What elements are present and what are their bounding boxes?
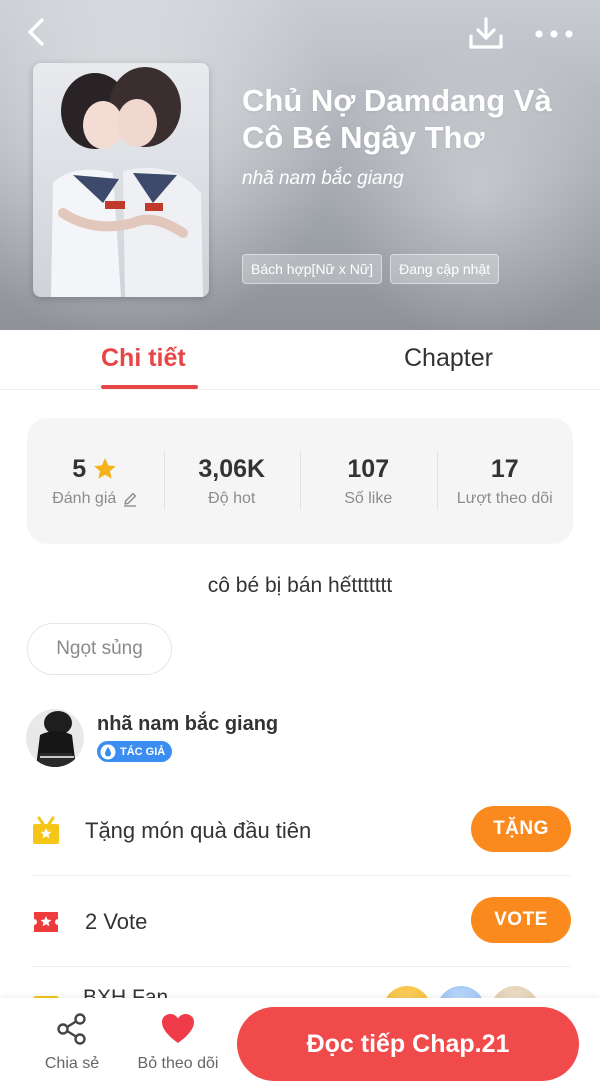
- stats-panel: 5 Đánh giá 3,06K Độ hot 107 Số like 17 L…: [27, 418, 573, 544]
- more-dots-icon: [535, 30, 573, 38]
- stat-followers: 17 Lượt theo dõi: [436, 418, 574, 544]
- vote-row: 2 Vote VOTE: [31, 877, 571, 967]
- share-label: Chia sẻ: [44, 1055, 100, 1072]
- rating-value: 5: [72, 454, 87, 483]
- author-badge-icon: [100, 744, 116, 759]
- likes-value: 107: [347, 454, 390, 483]
- book-author[interactable]: nhã nam bắc giang: [242, 168, 404, 190]
- tab-bar: Chi tiết Chapter: [0, 330, 600, 390]
- unfollow-button[interactable]: Bỏ theo dõi: [130, 1012, 226, 1076]
- download-icon: [469, 17, 503, 49]
- hot-value: 3,06K: [198, 454, 266, 483]
- author-badge-label: TÁC GIẢ: [120, 745, 166, 758]
- stat-hot: 3,06K Độ hot: [163, 418, 301, 544]
- heart-icon: [162, 1014, 194, 1043]
- rating-label: Đánh giá: [52, 489, 117, 507]
- tag-category[interactable]: Bách hợp[Nữ x Nữ]: [242, 254, 383, 284]
- book-tags: Bách hợp[Nữ x Nữ] Đang cập nhật: [242, 254, 500, 284]
- chevron-left-icon: [28, 18, 44, 46]
- vote-ticket-icon: [34, 911, 58, 932]
- vote-button[interactable]: VOTE: [471, 897, 571, 943]
- unfollow-label: Bỏ theo dõi: [137, 1055, 219, 1072]
- active-tab-indicator: [101, 385, 198, 389]
- gift-label: Tặng món quà đầu tiên: [85, 817, 312, 843]
- back-button[interactable]: [22, 14, 54, 50]
- book-header: Chủ Nợ Damdang Và Cô Bé Ngây Thơ nhã nam…: [0, 0, 600, 330]
- more-options-button[interactable]: [534, 22, 574, 46]
- download-button[interactable]: [466, 14, 506, 54]
- gift-button[interactable]: TẶNG: [471, 806, 571, 852]
- tab-details[interactable]: Chi tiết: [101, 344, 186, 373]
- genre-chip[interactable]: Ngọt sủng: [27, 623, 172, 675]
- book-title: Chủ Nợ Damdang Và Cô Bé Ngây Thơ: [242, 83, 552, 155]
- book-description: cô bé bị bán hếttttttt: [207, 574, 393, 597]
- author-avatar[interactable]: [26, 709, 84, 767]
- vote-label: 2 Vote: [85, 908, 148, 934]
- continue-reading-button[interactable]: Đọc tiếp Chap.21: [237, 1007, 579, 1081]
- author-badge: TÁC GIẢ: [97, 741, 173, 762]
- book-cover-image: [33, 63, 209, 297]
- tab-chapter[interactable]: Chapter: [404, 344, 493, 373]
- author-name[interactable]: nhã nam bắc giang: [97, 713, 278, 736]
- tag-status: Đang cập nhật: [390, 254, 500, 284]
- followers-value: 17: [490, 454, 519, 483]
- share-button[interactable]: Chia sẻ: [38, 1012, 106, 1076]
- bottom-action-bar: Chia sẻ Bỏ theo dõi Đọc tiếp Chap.21: [0, 998, 600, 1088]
- gift-row: Tặng món quà đầu tiên TẶNG: [31, 786, 571, 876]
- edit-pencil-icon[interactable]: [122, 491, 138, 507]
- likes-label: Số like: [344, 489, 393, 507]
- gift-icon: [33, 816, 59, 844]
- stat-rating[interactable]: 5 Đánh giá: [27, 418, 164, 544]
- stat-likes: 107 Số like: [300, 418, 437, 544]
- hot-label: Độ hot: [208, 489, 256, 507]
- followers-label: Lượt theo dõi: [456, 489, 553, 507]
- star-icon: [94, 458, 117, 479]
- share-icon: [57, 1013, 86, 1045]
